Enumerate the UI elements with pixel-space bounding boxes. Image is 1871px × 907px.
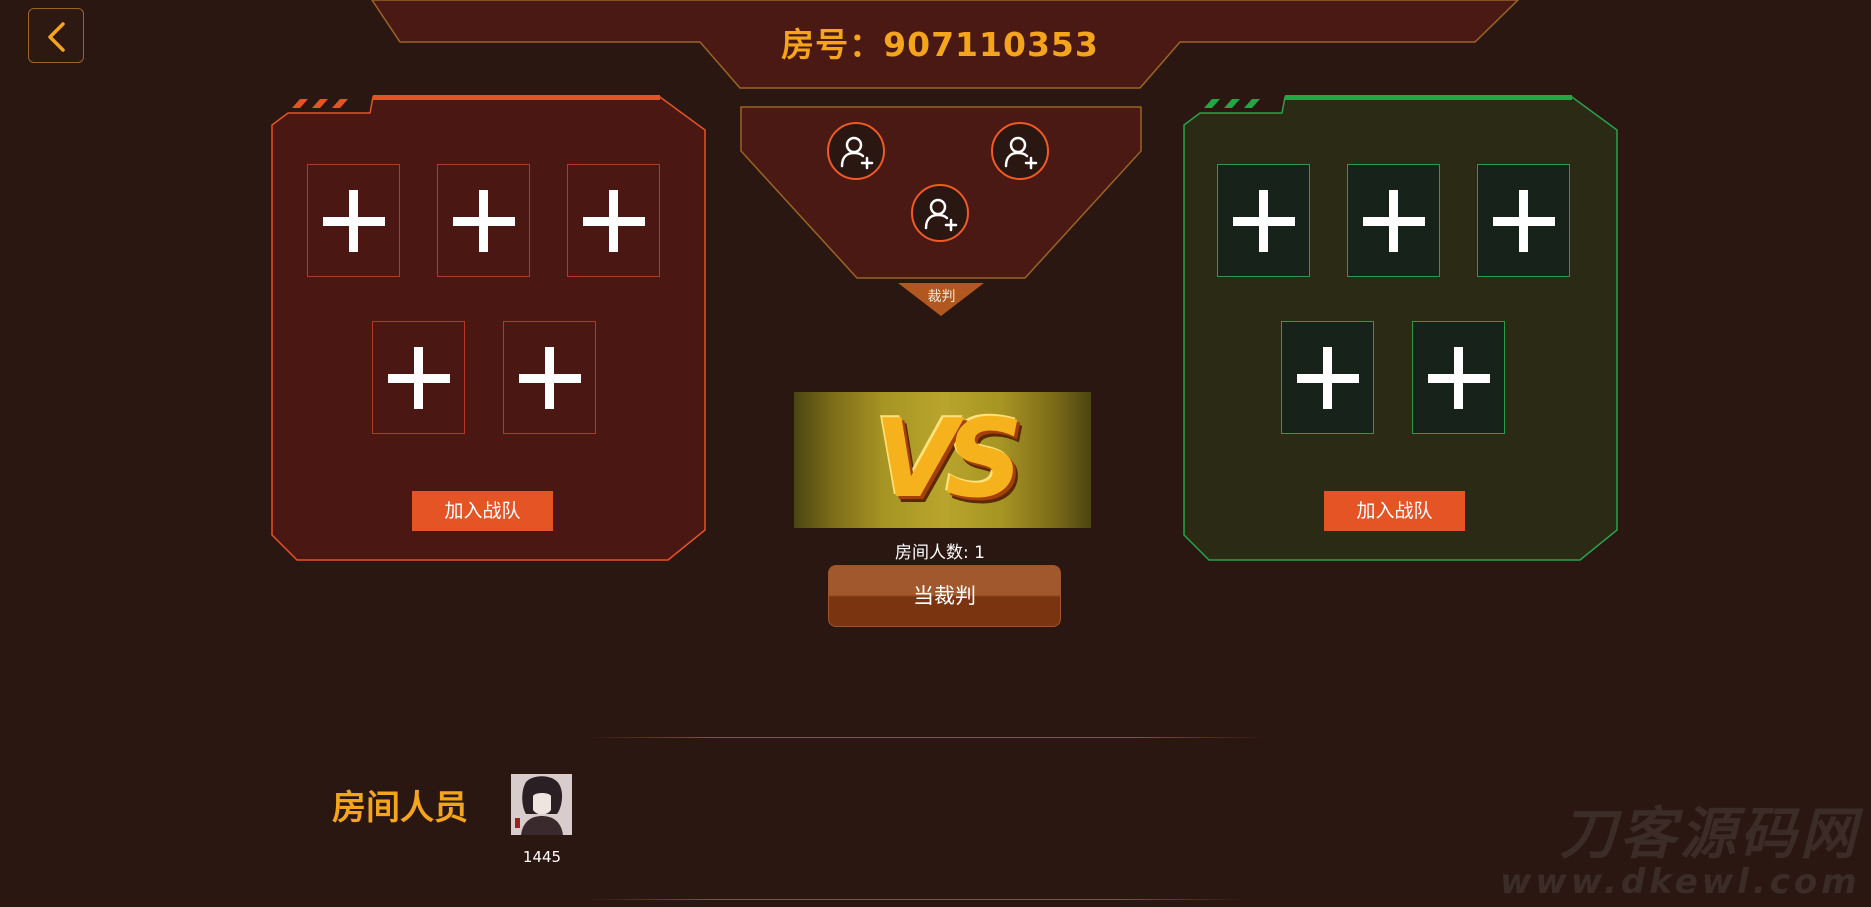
green-team-slot[interactable] <box>1281 321 1374 434</box>
chevron-left-icon <box>48 22 65 52</box>
red-join-team-button[interactable]: 加入战队 <box>412 491 553 531</box>
add-user-icon <box>840 136 874 170</box>
plus-icon <box>1493 190 1555 252</box>
red-team-slot[interactable] <box>567 164 660 277</box>
red-team-slot[interactable] <box>503 321 596 434</box>
plus-icon <box>1428 347 1490 409</box>
referee-seat[interactable] <box>911 184 969 242</box>
add-user-icon <box>1004 136 1038 170</box>
vs-banner: VS <box>794 392 1091 528</box>
vs-text: VS <box>873 397 1023 522</box>
referee-seat[interactable] <box>991 122 1049 180</box>
plus-icon <box>519 347 581 409</box>
plus-icon <box>1297 347 1359 409</box>
divider-bottom <box>585 899 1245 900</box>
red-team-slot[interactable] <box>437 164 530 277</box>
watermark-url: www.dkewl.com <box>1500 862 1861 902</box>
red-team-slot[interactable] <box>372 321 465 434</box>
green-team-slot[interactable] <box>1347 164 1440 277</box>
plus-icon <box>1363 190 1425 252</box>
member-avatar-image <box>511 774 572 835</box>
green-team-slot[interactable] <box>1477 164 1570 277</box>
green-join-team-button[interactable]: 加入战队 <box>1324 491 1465 531</box>
plus-icon <box>453 190 515 252</box>
plus-icon <box>323 190 385 252</box>
plus-icon <box>583 190 645 252</box>
watermark-text: 刀客源码网 <box>1560 802 1860 867</box>
room-number-title: 房号：907110353 <box>781 25 1099 64</box>
referee-seat[interactable] <box>827 122 885 180</box>
member-name: 1445 <box>522 848 562 866</box>
avatar[interactable] <box>511 774 572 835</box>
red-team-slot[interactable] <box>307 164 400 277</box>
back-button[interactable] <box>28 8 84 63</box>
plus-icon <box>388 347 450 409</box>
plus-icon <box>1233 190 1295 252</box>
add-user-icon <box>924 198 958 232</box>
green-team-slot[interactable] <box>1412 321 1505 434</box>
divider-top <box>585 737 1265 738</box>
green-team-slot[interactable] <box>1217 164 1310 277</box>
room-player-count: 房间人数: 1 <box>895 543 985 563</box>
room-members-title: 房间人员 <box>332 788 468 828</box>
become-referee-button[interactable]: 当裁判 <box>828 565 1061 627</box>
referee-label: 裁判 <box>927 289 956 305</box>
